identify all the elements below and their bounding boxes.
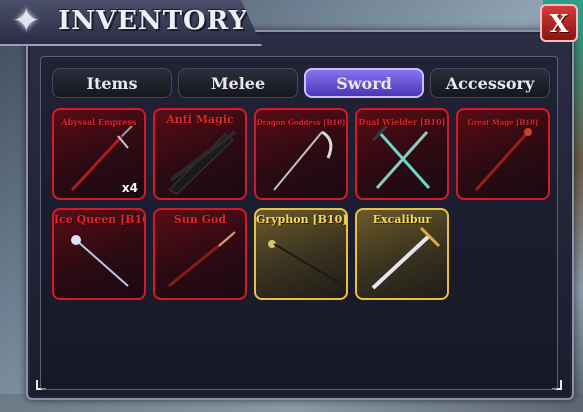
item-tile-great-mage[interactable]: Great Mage [B10] [456, 108, 550, 200]
ice-sword-icon [71, 235, 129, 287]
dual-swords-icon [371, 124, 431, 189]
item-tile-sun-god[interactable]: Sun God [153, 208, 247, 300]
scythe-icon [273, 130, 333, 191]
item-tile-dragon-goddess[interactable]: Dragon Goddess [B10] [254, 108, 348, 200]
dark-greatsword-icon [168, 130, 237, 195]
katana-icon [168, 231, 236, 288]
tab-melee[interactable]: Melee [178, 68, 298, 98]
tab-accessory[interactable]: Accessory [430, 68, 550, 98]
sparkle-star-icon: ✦ [12, 1, 41, 41]
window-title: INVENTORY [58, 6, 249, 36]
title-bar: ✦ INVENTORY [0, 0, 262, 46]
item-tile-anti-magic[interactable]: Anti Magic [153, 108, 247, 200]
item-quantity: x4 [121, 181, 138, 195]
tab-items[interactable]: Items [52, 68, 172, 98]
item-tile-abyssal-empress[interactable]: Abyssal Empress x4 [52, 108, 146, 200]
excalibur-icon [371, 226, 441, 290]
close-button[interactable]: X [540, 4, 578, 42]
rapier-icon [268, 240, 339, 283]
tab-sword[interactable]: Sword [304, 68, 424, 98]
red-staff-sword-icon [474, 128, 532, 192]
item-tile-dual-wielder[interactable]: Dual Wielder [B10] [355, 108, 449, 200]
item-tile-ice-queen[interactable]: Ice Queen [B10] [52, 208, 146, 300]
item-tile-gryphon[interactable]: Gryphon [B10] [254, 208, 348, 300]
item-tile-excalibur[interactable]: Excalibur [355, 208, 449, 300]
